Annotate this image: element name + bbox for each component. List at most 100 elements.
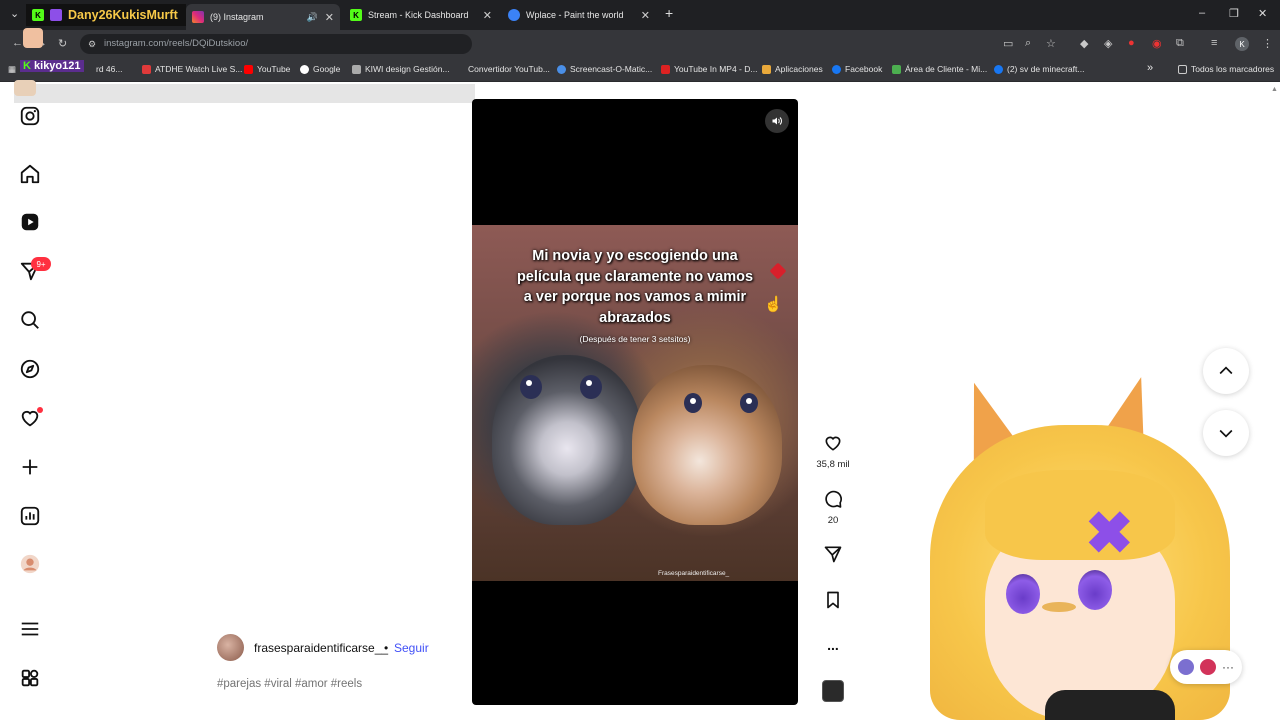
reel-subcaption: (Después de tener 3 setsitos) (579, 334, 691, 344)
kitten-grey (492, 355, 642, 525)
mouse-cursor-icon: ☝ (764, 296, 783, 313)
more-menu-icon[interactable] (19, 618, 41, 640)
tab-instagram[interactable]: (9) Instagram 🔊 ✕ (186, 4, 340, 30)
tab-wplace[interactable]: Wplace - Paint the world ✕ (502, 4, 656, 26)
close-tab-icon[interactable]: ✕ (483, 9, 492, 22)
tab-search-icon[interactable]: ⌄ (10, 7, 19, 20)
vtuber-hoodie (1045, 690, 1175, 720)
kitten-eye (740, 393, 758, 413)
bookmarks-overflow-button[interactable]: » (1147, 62, 1153, 74)
create-plus-icon[interactable] (19, 456, 41, 478)
reels-icon[interactable] (19, 211, 41, 233)
new-tab-button[interactable]: + (665, 5, 673, 21)
bookmark-item[interactable]: rd 46... (96, 64, 122, 74)
address-bar-row: ← → ↻ ⚙ instagram.com/reels/DQiDutskioo/… (0, 30, 1280, 58)
apps-grid-icon[interactable]: ▦ (8, 64, 16, 75)
reload-icon[interactable]: ↻ (58, 37, 67, 50)
folder-icon (1178, 64, 1187, 74)
maximize-button[interactable]: ❐ (1229, 7, 1239, 20)
screencast-icon (557, 64, 566, 74)
notification-dot (37, 407, 43, 413)
tab-label: Wplace - Paint the world (526, 10, 624, 20)
home-icon[interactable] (19, 163, 41, 185)
bookmark-item[interactable]: Convertidor YouTub... (468, 64, 550, 74)
bookmark-item[interactable]: YouTube (244, 64, 290, 74)
kick-icon: K (350, 9, 362, 21)
author-avatar[interactable] (217, 634, 244, 661)
extensions-puzzle-icon[interactable]: ⧉ (1176, 37, 1184, 50)
bookmark-item[interactable]: Facebook (832, 64, 882, 74)
dashboard-insights-icon[interactable] (19, 505, 41, 527)
author-username[interactable]: frasesparaidentificarse__ (254, 641, 388, 655)
instagram-logo-icon[interactable] (19, 105, 41, 127)
tab-overlay[interactable]: K Dany26KukisMurft (26, 4, 186, 26)
zoom-icon[interactable]: ⌕ (1025, 37, 1031, 50)
audio-playing-icon[interactable]: 🔊 (307, 12, 318, 23)
close-window-button[interactable]: ✕ (1258, 7, 1267, 20)
facebook-icon (994, 64, 1003, 74)
extension-icon[interactable]: ◈ (1104, 37, 1112, 50)
scroll-up-arrow-icon[interactable]: ▲ (1271, 86, 1278, 93)
heart-icon (825, 436, 841, 451)
bookmark-item[interactable]: (2) sv de minecraft... (994, 64, 1084, 74)
back-icon[interactable]: ← (12, 37, 23, 49)
instagram-favicon-icon (192, 11, 204, 23)
chevron-up-icon (1219, 366, 1233, 375)
previous-reel-button[interactable] (1203, 348, 1249, 394)
kebab-menu-icon[interactable]: ⋮ (1262, 37, 1273, 50)
more-options-button[interactable]: ... (822, 634, 844, 656)
hashtags[interactable]: #parejas #viral #amor #reels (217, 678, 362, 690)
kitten-eye (580, 375, 602, 399)
tab-label: Stream - Kick Dashboard (368, 10, 469, 20)
like-count: 35,8 mil (816, 459, 850, 470)
url-text: instagram.com/reels/DQiDutskioo/ (104, 38, 249, 49)
like-button[interactable] (822, 432, 844, 454)
minimize-button[interactable]: – (1199, 7, 1205, 19)
explore-compass-icon[interactable] (19, 358, 41, 380)
search-icon[interactable] (19, 309, 41, 331)
close-tab-icon[interactable]: ✕ (325, 11, 334, 24)
bookmark-item[interactable]: Aplicaciones (762, 64, 823, 74)
all-bookmarks-folder[interactable]: Todos los marcadores (1178, 64, 1274, 74)
bookmark-item[interactable]: Área de Cliente - Mi... (892, 64, 987, 74)
profile-avatar-icon[interactable] (19, 553, 41, 575)
audio-thumbnail[interactable] (822, 680, 844, 702)
kick-icon: K (23, 60, 31, 72)
site-info-icon[interactable]: ⚙ (88, 39, 96, 50)
next-reel-button[interactable] (1203, 410, 1249, 456)
save-button[interactable] (822, 589, 844, 611)
bookmark-item[interactable]: YouTube In MP4 - D... (661, 64, 757, 74)
profile-avatar[interactable]: K (1235, 37, 1249, 51)
bookmark-item[interactable]: KIWI design Gestión... (352, 64, 450, 74)
tab-kick-dashboard[interactable]: K Stream - Kick Dashboard ✕ (344, 4, 498, 26)
bookmarks-bar: ▦ rd 46... ATDHE Watch Live S... YouTube… (0, 58, 1280, 82)
extension-opera-icon[interactable]: ◉ (1152, 37, 1162, 50)
kitten-orange (632, 365, 782, 525)
bookmark-item[interactable]: ATDHE Watch Live S... (142, 64, 242, 74)
kiwi-icon (352, 64, 361, 74)
send-icon (824, 546, 842, 563)
comment-count: 20 (827, 515, 839, 526)
share-button[interactable] (822, 543, 844, 565)
youtube-mp4-icon (661, 64, 670, 74)
cast-icon[interactable]: ▭ (1003, 37, 1013, 50)
media-control-icon[interactable]: ≡ (1211, 37, 1217, 49)
facebook-icon (832, 64, 841, 74)
close-tab-icon[interactable]: ✕ (641, 9, 650, 22)
vtuber-bangs (985, 470, 1175, 560)
extension-icon[interactable]: ◆ (1080, 37, 1088, 50)
bookmark-star-icon[interactable]: ☆ (1046, 37, 1056, 50)
also-from-meta-icon[interactable] (19, 667, 41, 689)
extension-record-icon[interactable]: ● (1128, 37, 1135, 49)
bookmark-item[interactable]: Google (300, 64, 340, 74)
kick-icon: K (32, 9, 44, 21)
separator-dot: • (384, 641, 389, 655)
follow-button[interactable]: Seguir (394, 641, 429, 655)
bookmark-icon (827, 591, 839, 609)
heart-decoration (769, 262, 787, 280)
audio-toggle-button[interactable] (765, 109, 789, 133)
reel-video[interactable]: Mi novia y yo escogiendo una película qu… (472, 99, 798, 705)
bookmark-item[interactable]: Screencast-O-Matic... (557, 64, 652, 74)
messages-pill[interactable]: ··· (1170, 650, 1242, 684)
comment-button[interactable] (822, 488, 844, 510)
